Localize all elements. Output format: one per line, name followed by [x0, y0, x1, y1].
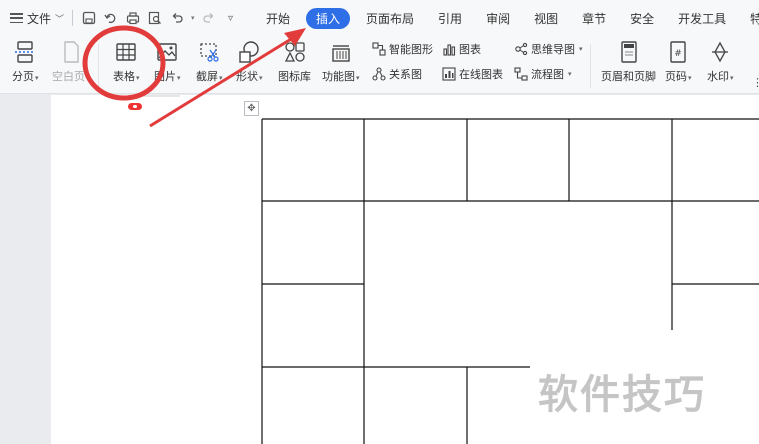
annotation-arrow-head	[284, 28, 306, 46]
annotation-circle	[82, 25, 166, 101]
table-move-handle-icon[interactable]: ✥	[244, 101, 259, 116]
annotation-arrow-shaft	[149, 34, 297, 128]
watermark-text: 软件技巧	[538, 372, 706, 418]
table-dropdown-marker	[128, 103, 142, 110]
